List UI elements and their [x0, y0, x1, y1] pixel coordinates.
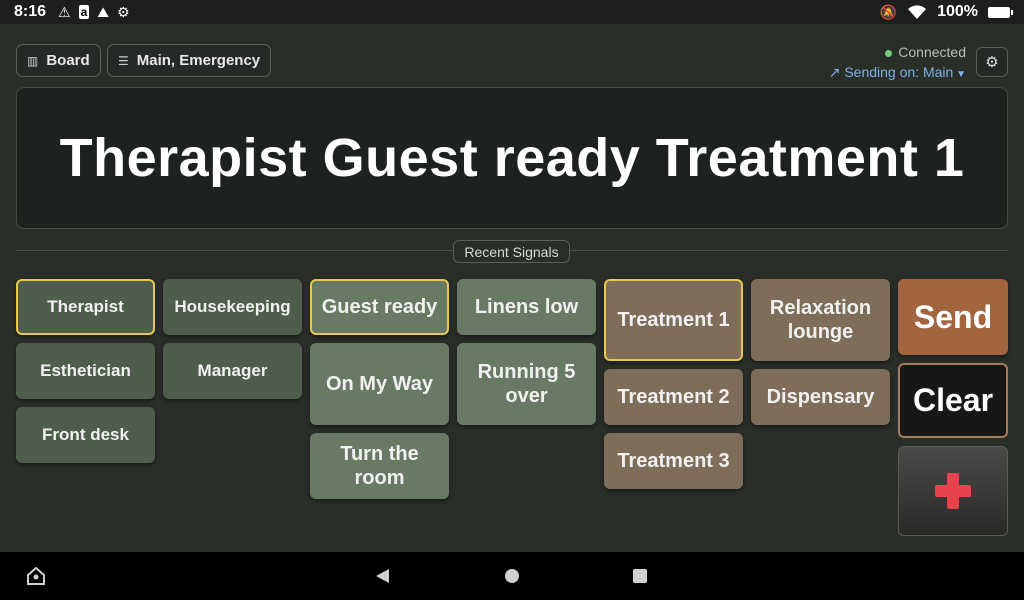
- room-dispensary[interactable]: Dispensary: [751, 369, 890, 425]
- mute-icon: 🔕: [879, 3, 898, 20]
- message-running-5-over[interactable]: Running 5 over: [457, 343, 596, 425]
- settings-button[interactable]: ⚙: [976, 47, 1008, 77]
- status-bar: 8:16 ⚠ a ⛰ ⚙ 🔕 100%: [0, 0, 1024, 24]
- channels-label: Main, Emergency: [136, 52, 261, 69]
- message-display: Therapist Guest ready Treatment 1: [16, 87, 1008, 229]
- message-guest-ready[interactable]: Guest ready: [310, 279, 449, 335]
- home-icon[interactable]: [505, 569, 519, 583]
- navigation-bar: [0, 552, 1024, 600]
- recents-icon[interactable]: [633, 569, 647, 583]
- message-turn-the-room[interactable]: Turn the room: [310, 433, 449, 499]
- message-on-my-way[interactable]: On My Way: [310, 343, 449, 425]
- battery-percent: 100%: [937, 3, 978, 20]
- status-time: 8:16: [14, 3, 47, 20]
- clear-button[interactable]: Clear: [898, 363, 1008, 438]
- arrow-up-right-icon: ↗: [828, 64, 845, 80]
- battery-icon: [988, 6, 1013, 18]
- connection-status: Connected ↗ Sending on: Main ▼: [829, 42, 966, 85]
- send-button[interactable]: Send: [898, 279, 1008, 355]
- connected-label: Connected: [898, 44, 966, 60]
- message-text: Therapist Guest ready Treatment 1: [59, 128, 965, 188]
- chevron-down-icon: ▼: [953, 69, 966, 80]
- mountain-icon: ⛰: [97, 3, 110, 20]
- recent-signals-button[interactable]: Recent Signals: [453, 240, 570, 263]
- sending-label: Sending on: Main: [844, 64, 954, 80]
- room-treatment-3[interactable]: Treatment 3: [604, 433, 743, 489]
- amazon-icon: a: [78, 5, 90, 19]
- back-icon[interactable]: [376, 569, 390, 583]
- connected-dot-icon: [885, 49, 893, 57]
- board-label: Board: [46, 52, 90, 69]
- board-icon: ▥: [27, 53, 39, 68]
- wifi-icon: [908, 4, 927, 19]
- board-button[interactable]: ▥ Board: [16, 44, 101, 77]
- message-linens-low[interactable]: Linens low: [457, 279, 596, 335]
- gear-icon: ⚙: [985, 54, 999, 71]
- settings-icon: ⚙: [117, 3, 130, 20]
- sending-channel-selector[interactable]: ↗ Sending on: Main ▼: [829, 62, 966, 85]
- person-housekeeping[interactable]: Housekeeping: [163, 279, 302, 335]
- medical-cross-icon: [935, 473, 971, 509]
- channels-button[interactable]: ☰ Main, Emergency: [107, 44, 272, 77]
- sliders-icon: ☰: [118, 53, 129, 68]
- room-relaxation-lounge[interactable]: Relaxation lounge: [751, 279, 890, 361]
- person-manager[interactable]: Manager: [163, 343, 302, 399]
- room-treatment-2[interactable]: Treatment 2: [604, 369, 743, 425]
- person-front-desk[interactable]: Front desk: [16, 407, 155, 463]
- warning-icon: ⚠: [58, 3, 71, 20]
- home-key-icon[interactable]: [26, 567, 46, 585]
- person-therapist[interactable]: Therapist: [16, 279, 155, 335]
- room-treatment-1[interactable]: Treatment 1: [604, 279, 743, 361]
- person-esthetician[interactable]: Esthetician: [16, 343, 155, 399]
- emergency-button[interactable]: [898, 446, 1008, 536]
